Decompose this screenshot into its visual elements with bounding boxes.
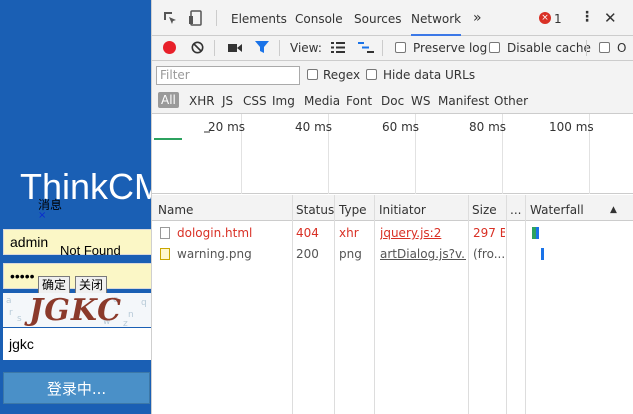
record-icon[interactable] <box>163 41 176 54</box>
error-icon[interactable]: × <box>539 12 551 24</box>
captcha-input[interactable]: jgkc <box>3 328 151 360</box>
waterfall-bar <box>536 227 539 239</box>
request-size: 297 B <box>473 226 505 240</box>
close-button[interactable]: 关闭 <box>75 276 108 294</box>
hide-data-urls-label: Hide data URLs <box>383 68 476 82</box>
close-devtools-icon[interactable]: ✕ <box>604 9 617 27</box>
column-initiator[interactable]: Initiator <box>379 203 426 217</box>
filter-icon[interactable] <box>255 41 269 54</box>
timeline-tick: 60 ms <box>382 120 420 134</box>
type-manifest[interactable]: Manifest <box>438 94 489 108</box>
toolbar-divider-3 <box>382 40 383 56</box>
timeline-tick: 40 ms <box>295 120 333 134</box>
regex-label: Regex <box>323 68 361 82</box>
menu-kebab-icon[interactable]: ⋮ <box>580 9 594 25</box>
large-rows-icon[interactable] <box>331 42 345 53</box>
tab-divider <box>216 10 217 26</box>
tab-console[interactable]: Console <box>295 12 343 26</box>
offline-label-truncated: O <box>617 41 627 55</box>
svg-text:z: z <box>123 319 128 327</box>
column-waterfall[interactable]: Waterfall <box>530 203 584 217</box>
request-size: (fro... <box>473 247 505 261</box>
ok-button[interactable]: 确定 <box>38 276 71 294</box>
preserve-log-label: Preserve log <box>413 41 488 55</box>
type-xhr[interactable]: XHR <box>189 94 215 108</box>
column-size[interactable]: Size <box>472 203 497 217</box>
column-time[interactable]: ... <box>510 203 521 217</box>
request-name[interactable]: warning.png <box>177 247 289 261</box>
column-divider <box>292 195 293 414</box>
type-css[interactable]: CSS <box>243 94 267 108</box>
timeline-tick: 100 ms <box>549 120 594 134</box>
timeline-tick: 80 ms <box>469 120 507 134</box>
tab-elements[interactable]: Elements <box>231 12 287 26</box>
request-type: xhr <box>339 226 359 240</box>
column-type[interactable]: Type <box>339 203 367 217</box>
timeline-request-bar <box>154 138 182 140</box>
offline-checkbox[interactable] <box>599 42 610 53</box>
type-doc[interactable]: Doc <box>381 94 404 108</box>
toolbar-divider-2 <box>279 40 280 56</box>
request-type: png <box>339 247 362 261</box>
type-img[interactable]: Img <box>272 94 295 108</box>
type-ws[interactable]: WS <box>411 94 430 108</box>
type-js[interactable]: JS <box>222 94 233 108</box>
device-toolbar-icon[interactable] <box>188 10 204 26</box>
request-initiator[interactable]: jquery.js:2 <box>380 226 466 240</box>
dialog-close-icon[interactable]: × <box>38 210 46 221</box>
hide-data-urls-checkbox[interactable] <box>366 69 377 80</box>
devtools-panel: Elements Console Sources Network » × 1 ⋮… <box>152 0 633 414</box>
toolbar-divider <box>214 40 215 56</box>
regex-checkbox[interactable] <box>307 69 318 80</box>
column-name[interactable]: Name <box>158 203 193 217</box>
view-label: View: <box>290 41 322 55</box>
type-other[interactable]: Other <box>494 94 528 108</box>
error-count[interactable]: 1 <box>554 12 562 26</box>
request-status: 404 <box>296 226 319 240</box>
clear-icon[interactable] <box>191 41 204 54</box>
inspect-element-icon[interactable] <box>162 10 178 26</box>
camera-icon[interactable] <box>228 43 242 53</box>
image-file-icon <box>160 248 170 260</box>
column-divider <box>525 195 526 414</box>
login-page: ThinkCM 消息 × admin Not Found ••••• 确定 关闭… <box>0 0 152 414</box>
timeline-tick: 20 ms <box>208 120 246 134</box>
dialog-message: Not Found <box>60 243 121 258</box>
type-all[interactable]: All <box>158 92 179 108</box>
filter-input[interactable]: Filter <box>156 66 300 85</box>
svg-text:q: q <box>141 298 147 308</box>
disable-cache-checkbox[interactable] <box>489 42 500 53</box>
request-status: 200 <box>296 247 319 261</box>
request-name[interactable]: dologin.html <box>177 226 289 240</box>
column-divider <box>374 195 375 414</box>
login-button[interactable]: 登录中... <box>3 372 150 404</box>
column-divider <box>334 195 335 414</box>
column-divider <box>468 195 469 414</box>
captcha-image[interactable]: asc nqw rz JGKC <box>3 293 151 328</box>
type-media[interactable]: Media <box>304 94 340 108</box>
request-initiator[interactable]: artDialog.js?v... <box>380 247 466 261</box>
svg-text:n: n <box>128 310 134 320</box>
tab-network[interactable]: Network <box>411 12 462 36</box>
waterfall-bar <box>541 248 544 260</box>
toolbar-divider-4 <box>586 40 587 56</box>
svg-text:s: s <box>17 314 22 324</box>
captcha-text: JGKC <box>29 293 122 328</box>
overview-waterfall-icon[interactable] <box>358 42 374 53</box>
tab-sources[interactable]: Sources <box>354 12 401 26</box>
more-tabs-icon[interactable]: » <box>473 10 482 26</box>
column-divider <box>506 195 507 414</box>
svg-text:r: r <box>9 308 13 318</box>
file-icon <box>160 227 170 239</box>
preserve-log-checkbox[interactable] <box>395 42 406 53</box>
sort-ascending-icon[interactable]: ▲ <box>610 205 617 215</box>
svg-text:a: a <box>6 296 12 306</box>
disable-cache-label: Disable cache <box>507 41 591 55</box>
type-font[interactable]: Font <box>346 94 372 108</box>
column-status[interactable]: Status <box>296 203 334 217</box>
timeline-request-bar <box>204 131 210 133</box>
